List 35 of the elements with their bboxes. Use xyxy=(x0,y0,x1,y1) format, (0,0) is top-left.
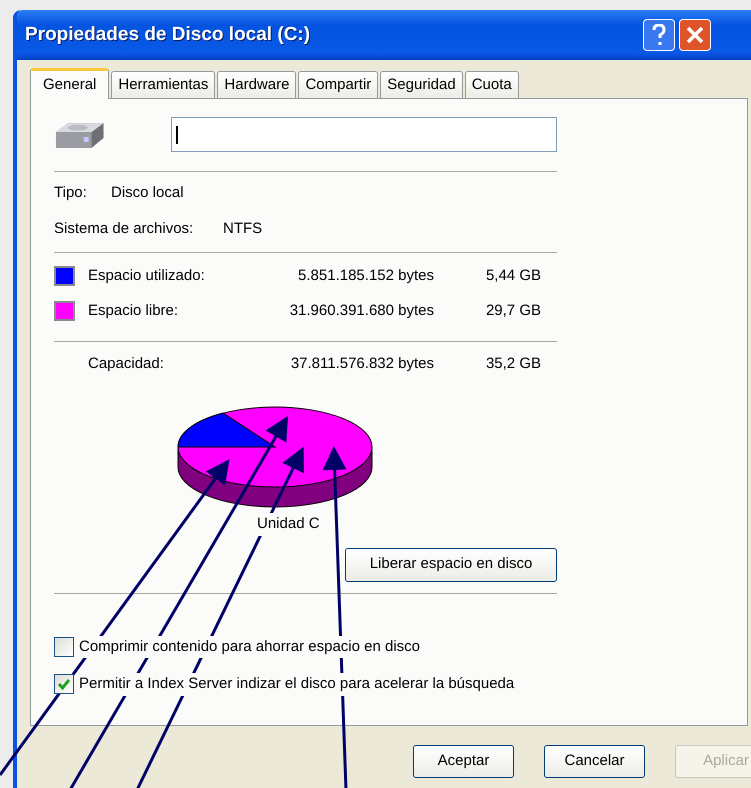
size-value: 5,44 GB xyxy=(484,266,541,286)
byte-count: 5.851.185.152 bytes xyxy=(297,266,434,286)
tab[interactable]: Cuota xyxy=(464,71,519,98)
checkbox[interactable] xyxy=(54,636,74,657)
checkbox[interactable] xyxy=(54,674,74,694)
dialog-button[interactable]: Cancelar xyxy=(544,745,645,778)
check-icon xyxy=(58,678,70,690)
window-title: Propiedades de Disco local (C:) xyxy=(25,22,310,47)
byte-count: 37.811.576.832 bytes xyxy=(290,354,434,374)
field-value: NTFS xyxy=(223,218,262,238)
tab[interactable]: Herramientas xyxy=(111,71,216,98)
cleanup-button[interactable]: Liberar espacio en disco xyxy=(345,548,557,582)
text-cursor-icon xyxy=(176,126,178,144)
field-label: Tipo: xyxy=(54,183,88,203)
dialog-button[interactable]: Aceptar xyxy=(413,745,514,778)
tab[interactable]: Seguridad xyxy=(380,71,463,98)
drive-name-field[interactable] xyxy=(170,117,557,152)
checkbox-label[interactable]: Comprimir contenido para ahorrar espacio en disco xyxy=(79,636,420,658)
checkbox-label[interactable]: Permitir a Index Server indizar el disco para acelerar la búsqueda xyxy=(79,673,514,696)
tab[interactable]: Compartir xyxy=(298,71,378,98)
help-icon xyxy=(651,24,667,46)
tab[interactable]: General xyxy=(30,68,110,99)
drive-label: Unidad C xyxy=(257,513,320,536)
field-label: Capacidad: xyxy=(88,354,165,374)
field-value: Disco local xyxy=(111,183,184,203)
tab[interactable]: Hardware xyxy=(217,71,296,98)
size-value: 29,7 GB xyxy=(484,300,541,320)
field-label: Espacio utilizado: xyxy=(88,266,206,286)
field-label: Espacio libre: xyxy=(88,300,180,320)
close-icon xyxy=(686,26,704,44)
field-label: Sistema de archivos: xyxy=(54,218,194,238)
close-button[interactable] xyxy=(679,19,711,51)
help-button[interactable] xyxy=(643,19,675,51)
byte-count: 31.960.391.680 bytes xyxy=(288,300,434,320)
size-value: 35,2 GB xyxy=(484,354,541,374)
